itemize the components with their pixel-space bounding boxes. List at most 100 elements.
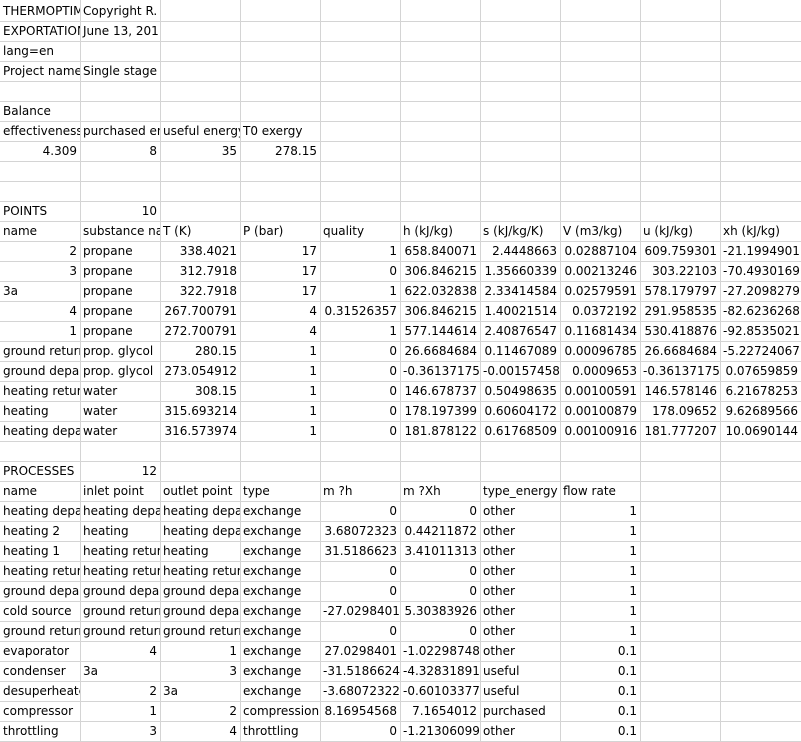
points-cell[interactable]: 0.31526357 [320,301,400,321]
processes-cell[interactable]: 1 [560,601,640,621]
points-cell[interactable]: 1 [320,321,400,341]
processes-cell[interactable]: other [480,641,560,661]
processes-cell[interactable]: heating [160,541,240,561]
processes-cell[interactable]: other [480,541,560,561]
processes-header-cell[interactable]: type [240,481,320,501]
points-cell[interactable]: -82.6236268 [720,301,801,321]
processes-cell[interactable]: -1.02298748 [400,641,480,661]
processes-cell[interactable]: throttling [0,721,80,741]
processes-cell[interactable]: other [480,721,560,741]
processes-cell[interactable]: exchange [240,681,320,701]
points-cell[interactable]: 146.678737 [400,381,480,401]
processes-cell[interactable]: evaporator [0,641,80,661]
processes-cell[interactable]: ground departure [80,581,160,601]
points-cell[interactable]: 1.40021514 [480,301,560,321]
points-cell[interactable]: 312.7918 [160,261,240,281]
processes-cell[interactable]: -31.5186624 [320,661,400,681]
points-cell[interactable]: heating return [0,381,80,401]
points-cell[interactable]: 178.197399 [400,401,480,421]
processes-cell[interactable]: heating departure [0,501,80,521]
points-cell[interactable]: propane [80,261,160,281]
processes-header-cell[interactable]: name [0,481,80,501]
points-cell[interactable]: 622.032838 [400,281,480,301]
processes-cell[interactable]: heating [80,521,160,541]
processes-cell[interactable]: 1 [560,621,640,641]
points-cell[interactable]: ground return [0,341,80,361]
points-cell[interactable]: 530.418876 [640,321,720,341]
processes-cell[interactable]: 0.1 [560,681,640,701]
points-cell[interactable]: propane [80,241,160,261]
points-cell[interactable]: 308.15 [160,381,240,401]
balance-value-cell[interactable]: 35 [160,141,240,161]
points-header-cell[interactable]: substance name [80,221,160,241]
processes-cell[interactable]: 1 [560,541,640,561]
points-cell[interactable]: 0 [320,421,400,441]
processes-cell[interactable]: useful [480,681,560,701]
processes-cell[interactable]: heating 2 [0,521,80,541]
processes-cell[interactable]: cold source [0,601,80,621]
balance-value-cell[interactable]: 4.309 [0,141,80,161]
points-cell[interactable]: 0 [320,401,400,421]
processes-cell[interactable]: exchange [240,501,320,521]
processes-cell[interactable]: 27.0298401 [320,641,400,661]
points-cell[interactable]: water [80,381,160,401]
points-cell[interactable]: 306.846215 [400,261,480,281]
processes-cell[interactable]: 3a [160,681,240,701]
points-cell[interactable]: 181.777207 [640,421,720,441]
points-cell[interactable]: 272.700791 [160,321,240,341]
points-cell[interactable]: 0.0372192 [560,301,640,321]
points-cell[interactable]: 26.6684684 [640,341,720,361]
points-cell[interactable]: 17 [240,261,320,281]
processes-cell[interactable]: heating departure [160,501,240,521]
points-cell[interactable]: propane [80,301,160,321]
header-cell[interactable]: Project name [0,61,80,81]
points-cell[interactable]: ground departure [0,361,80,381]
processes-cell[interactable]: other [480,581,560,601]
points-cell[interactable]: 1 [320,241,400,261]
points-cell[interactable]: 0.02579591 [560,281,640,301]
processes-cell[interactable]: 0 [320,501,400,521]
points-cell[interactable]: 17 [240,241,320,261]
points-cell[interactable]: water [80,421,160,441]
processes-cell[interactable]: other [480,501,560,521]
points-cell[interactable]: 2.40876547 [480,321,560,341]
points-cell[interactable]: 0.11681434 [560,321,640,341]
processes-cell[interactable]: heating return [0,561,80,581]
points-cell[interactable]: 322.7918 [160,281,240,301]
processes-cell[interactable]: 0 [400,561,480,581]
processes-cell[interactable]: useful [480,661,560,681]
processes-cell[interactable]: 3.41011313 [400,541,480,561]
processes-header-cell[interactable]: type_energy [480,481,560,501]
processes-header-cell[interactable]: m ?h [320,481,400,501]
points-header-cell[interactable]: V (m3/kg) [560,221,640,241]
points-cell[interactable]: 2.4448663 [480,241,560,261]
points-cell[interactable]: 0.07659859 [720,361,801,381]
points-cell[interactable]: 2.33414584 [480,281,560,301]
points-cell[interactable]: 3 [0,261,80,281]
processes-cell[interactable]: 0.1 [560,641,640,661]
points-cell[interactable]: 0 [320,341,400,361]
points-cell[interactable]: 0.0009653 [560,361,640,381]
points-cell[interactable]: 4 [0,301,80,321]
points-cell[interactable]: 1.35660339 [480,261,560,281]
processes-cell[interactable]: heating return [160,561,240,581]
points-cell[interactable]: propane [80,321,160,341]
processes-cell[interactable]: 7.1654012 [400,701,480,721]
processes-cell[interactable]: 5.30383926 [400,601,480,621]
processes-cell[interactable]: other [480,521,560,541]
processes-cell[interactable]: -1.21306099 [400,721,480,741]
points-count[interactable]: 10 [80,201,160,221]
processes-cell[interactable]: compression [240,701,320,721]
processes-title[interactable]: PROCESSES [0,461,80,481]
points-cell[interactable]: 273.054912 [160,361,240,381]
processes-cell[interactable]: exchange [240,621,320,641]
processes-cell[interactable]: 0 [400,621,480,641]
points-cell[interactable]: 9.62689566 [720,401,801,421]
processes-header-cell[interactable]: outlet point [160,481,240,501]
points-cell[interactable]: 291.958535 [640,301,720,321]
balance-title[interactable]: Balance [0,101,80,121]
processes-cell[interactable]: exchange [240,641,320,661]
points-cell[interactable]: -0.36137175 [640,361,720,381]
points-cell[interactable]: 0.00100879 [560,401,640,421]
header-cell[interactable]: THERMOPTIM [0,1,80,21]
